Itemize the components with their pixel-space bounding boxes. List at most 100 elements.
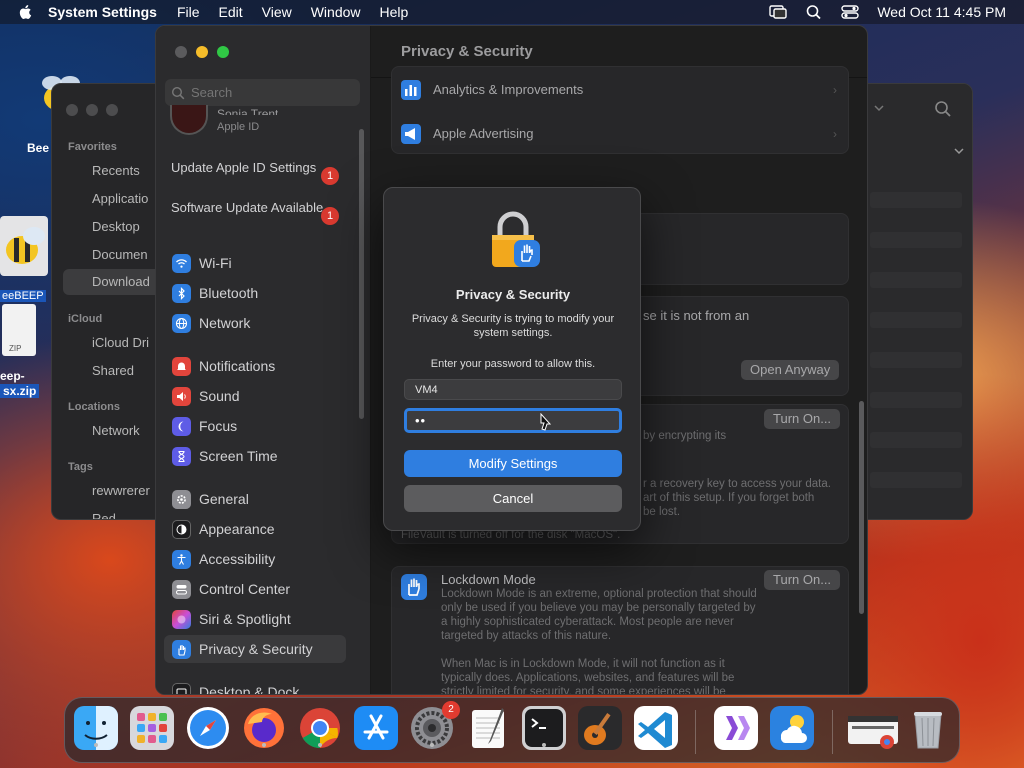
finder-tag-rewwrerer[interactable]: rewwrerer bbox=[92, 483, 150, 498]
sidebar-item-wifi[interactable]: Wi-Fi bbox=[164, 249, 346, 277]
content-scrollbar[interactable] bbox=[859, 401, 864, 614]
wifi-icon bbox=[172, 253, 191, 273]
sidebar-item-network[interactable]: Network bbox=[164, 309, 346, 337]
sidebar-item-focus[interactable]: Focus bbox=[164, 412, 346, 440]
bell-icon bbox=[172, 356, 191, 376]
zip-badge: ZIP bbox=[9, 344, 22, 353]
row-apple-advertising[interactable]: Apple Advertising bbox=[433, 126, 533, 141]
dock-textedit[interactable] bbox=[466, 706, 510, 750]
sidebar-scrollbar[interactable] bbox=[359, 129, 364, 419]
search-input[interactable] bbox=[191, 85, 351, 100]
dock-garageband[interactable] bbox=[578, 706, 622, 750]
finder-item-recents[interactable]: Recents bbox=[92, 163, 140, 178]
dock-safari[interactable] bbox=[186, 706, 230, 750]
globe-icon bbox=[172, 313, 191, 333]
file-row[interactable] bbox=[870, 432, 962, 448]
sidebar-item-label: Appearance bbox=[199, 521, 275, 537]
dock-terminal[interactable] bbox=[522, 706, 566, 750]
sidebar-item-control-center[interactable]: Control Center bbox=[164, 575, 346, 603]
open-anyway-button[interactable]: Open Anyway bbox=[741, 360, 840, 380]
menu-help[interactable]: Help bbox=[380, 4, 409, 20]
file-row[interactable] bbox=[870, 312, 962, 328]
running-indicator bbox=[94, 743, 98, 747]
username-field[interactable] bbox=[404, 379, 622, 400]
filevault-turn-on-button[interactable]: Turn On... bbox=[764, 409, 841, 429]
file-label: sx.zip bbox=[0, 384, 40, 398]
screen-mirroring-icon[interactable] bbox=[769, 4, 788, 20]
hand-icon bbox=[172, 639, 191, 659]
finder-item-shared[interactable]: Shared bbox=[92, 363, 134, 378]
close-button[interactable] bbox=[175, 46, 187, 58]
control-center-icon[interactable] bbox=[841, 4, 860, 20]
file-row[interactable] bbox=[870, 472, 962, 488]
menu-clock[interactable]: Wed Oct 11 4:45 PM bbox=[877, 4, 1006, 20]
file-row[interactable] bbox=[870, 192, 962, 208]
sidebar-item-general[interactable]: General bbox=[164, 485, 346, 513]
hand-icon bbox=[401, 574, 427, 600]
desktop-icon-label[interactable]: Bee bbox=[27, 141, 49, 155]
dock-weather[interactable] bbox=[770, 706, 814, 750]
sidebar-item-privacy-security[interactable]: Privacy & Security bbox=[164, 635, 346, 663]
dock-chrome-window[interactable] bbox=[846, 706, 900, 750]
finder-item-documents[interactable]: Documen bbox=[92, 247, 148, 262]
search-field[interactable] bbox=[165, 79, 360, 106]
dock-launchpad[interactable] bbox=[130, 706, 174, 750]
sidebar-item-desktop-dock[interactable]: Desktop & Dock bbox=[164, 678, 346, 694]
dock-trash[interactable] bbox=[906, 706, 950, 750]
running-indicator bbox=[262, 743, 266, 747]
dock-app-store[interactable] bbox=[354, 706, 398, 750]
sidebar-item-bluetooth[interactable]: Bluetooth bbox=[164, 279, 346, 307]
sidebar-item-siri-spotlight[interactable]: Siri & Spotlight bbox=[164, 605, 346, 633]
dock-firefox[interactable] bbox=[242, 706, 286, 750]
finder-section-tags: Tags bbox=[68, 461, 93, 473]
file-row[interactable] bbox=[870, 272, 962, 288]
finder-item-network[interactable]: Network bbox=[92, 423, 140, 438]
chevron-down-icon[interactable] bbox=[872, 101, 886, 115]
file-row[interactable] bbox=[870, 392, 962, 408]
close-button[interactable] bbox=[66, 104, 78, 116]
sidebar-item-accessibility[interactable]: Accessibility bbox=[164, 545, 346, 573]
menu-window[interactable]: Window bbox=[311, 4, 361, 20]
notice-software-update[interactable]: Software Update Available bbox=[171, 200, 341, 216]
dock-finder[interactable] bbox=[74, 706, 118, 750]
sidebar-item-appearance[interactable]: Appearance bbox=[164, 515, 346, 543]
lockdown-turn-on-button[interactable]: Turn On... bbox=[764, 570, 841, 590]
finder-item-desktop[interactable]: Desktop bbox=[92, 219, 140, 234]
menu-edit[interactable]: Edit bbox=[219, 4, 243, 20]
apple-icon[interactable] bbox=[18, 4, 34, 20]
sidebar-item-screen-time[interactable]: Screen Time bbox=[164, 442, 346, 470]
password-field[interactable] bbox=[404, 408, 622, 433]
finder-item-applications[interactable]: Applicatio bbox=[92, 191, 148, 206]
file-row[interactable] bbox=[870, 352, 962, 368]
row-analytics[interactable]: Analytics & Improvements bbox=[433, 82, 583, 97]
dock-vscode[interactable] bbox=[634, 706, 678, 750]
search-icon[interactable] bbox=[934, 100, 952, 118]
app-menu[interactable]: System Settings bbox=[48, 4, 157, 20]
finder-item-icloud-drive[interactable]: iCloud Dri bbox=[92, 335, 149, 350]
sidebar-item-sound[interactable]: Sound bbox=[164, 382, 346, 410]
file-row[interactable] bbox=[870, 232, 962, 248]
guitar-icon bbox=[578, 706, 622, 750]
sidebar-item-label: Focus bbox=[199, 418, 238, 434]
zoom-button[interactable] bbox=[106, 104, 118, 116]
spotlight-search-icon[interactable] bbox=[805, 4, 823, 20]
sidebar-item-label: Screen Time bbox=[199, 448, 278, 464]
dock-visual-studio[interactable] bbox=[714, 706, 758, 750]
dock-system-settings[interactable]: 2 bbox=[410, 701, 460, 750]
cancel-button[interactable]: Cancel bbox=[404, 485, 622, 512]
menu-view[interactable]: View bbox=[262, 4, 292, 20]
notice-update-apple-id[interactable]: Update Apple ID Settings bbox=[171, 160, 341, 176]
dock-chrome[interactable] bbox=[298, 706, 342, 750]
menu-file[interactable]: File bbox=[177, 4, 200, 20]
minimize-button[interactable] bbox=[86, 104, 98, 116]
chevron-down-icon[interactable] bbox=[952, 144, 966, 158]
sidebar-item-notifications[interactable]: Notifications bbox=[164, 352, 346, 380]
zip-file-icon[interactable]: eeBEEP ZIP eep-5.8.6 sx.zip bbox=[0, 216, 50, 398]
minimize-button[interactable] bbox=[196, 46, 208, 58]
zoom-button[interactable] bbox=[217, 46, 229, 58]
dialog-prompt: Enter your password to allow this. bbox=[430, 358, 596, 370]
modify-settings-button[interactable]: Modify Settings bbox=[404, 450, 622, 477]
finder-tag-red[interactable]: Red bbox=[92, 511, 116, 519]
apple-id-account[interactable]: Sonia Trent Apple ID bbox=[170, 105, 360, 139]
authentication-dialog: Privacy & Security Privacy & Security is… bbox=[383, 187, 641, 531]
